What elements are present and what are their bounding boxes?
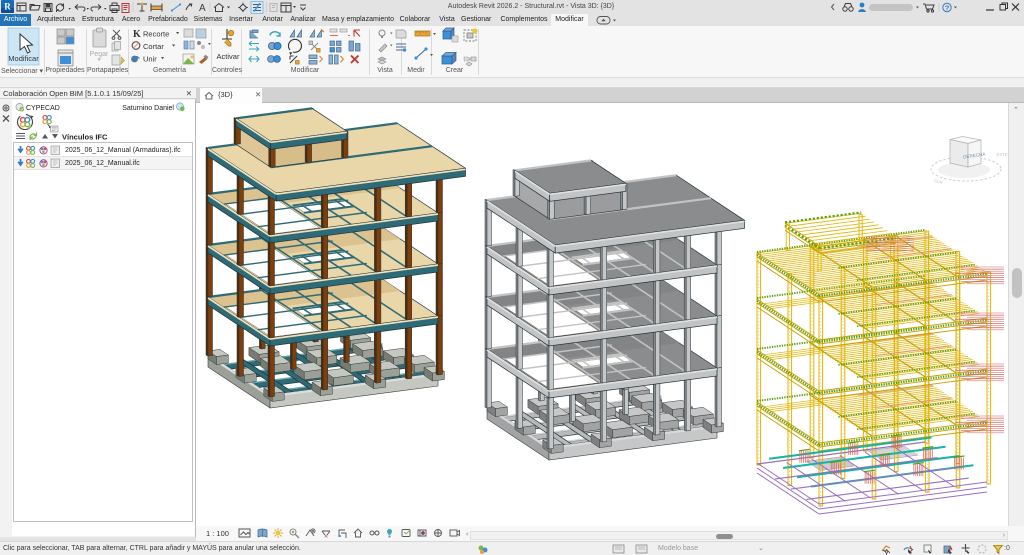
svg-text:Activar: Activar <box>217 52 240 61</box>
svg-text:Vínculos IFC: Vínculos IFC <box>62 133 108 142</box>
svg-text:SUR: SUR <box>933 178 943 185</box>
svg-text:K: K <box>133 29 141 40</box>
svg-text:Cortar: Cortar <box>143 42 164 51</box>
svg-text:✕: ✕ <box>324 534 328 540</box>
svg-text:CYPECAD: CYPECAD <box>26 105 60 112</box>
svg-text:Recorte: Recorte <box>143 30 169 39</box>
svg-text:Pegar: Pegar <box>90 51 109 58</box>
svg-text:Saturnino Daniel: Saturnino Daniel <box>122 105 174 112</box>
svg-text:Unir: Unir <box>143 55 157 64</box>
svg-text:ESTE: ESTE <box>997 152 1008 157</box>
svg-text:Modificar: Modificar <box>8 54 39 63</box>
